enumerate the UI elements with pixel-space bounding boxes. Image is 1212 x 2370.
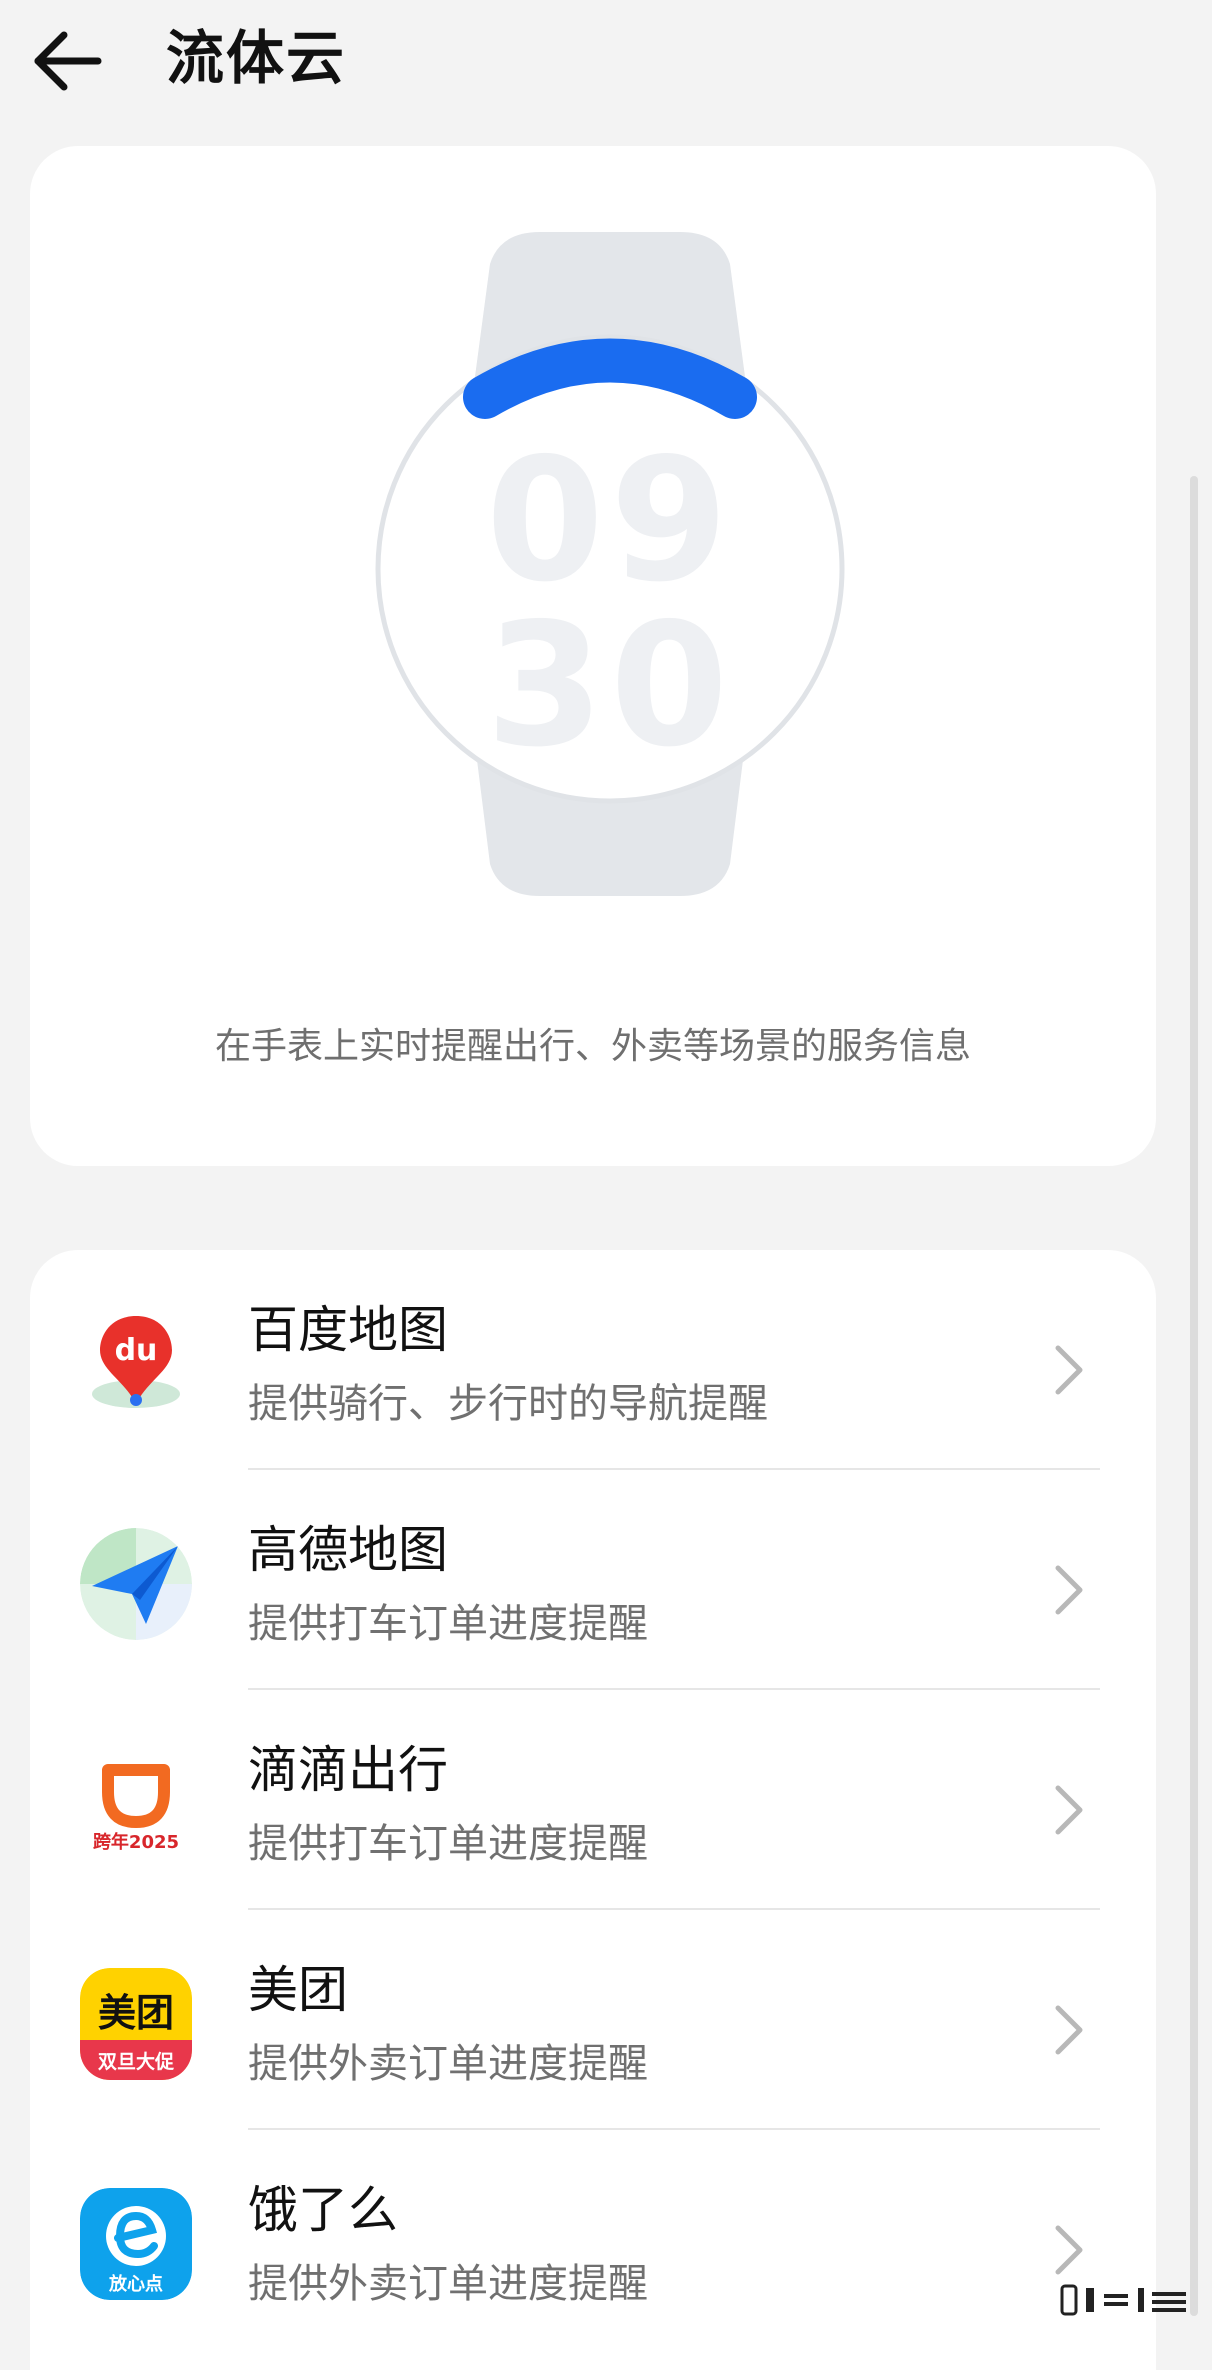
eleme-icon: 放心点 [80, 2188, 192, 2300]
list-item-didi[interactable]: 跨年2025 滴滴出行 提供打车订单进度提醒 [30, 1690, 1156, 1910]
app-description: 提供打车订单进度提醒 [248, 1821, 648, 1867]
app-name: 百度地图 [248, 1301, 448, 1359]
app-list: du 百度地图 提供骑行、步行时的导航提醒 高德地图 提供打车订单进度提醒 跨年… [30, 1250, 1156, 2370]
meituan-icon: 美团 双旦大促 [80, 1968, 192, 2080]
svg-text:du: du [115, 1333, 158, 1368]
chevron-right-icon [1055, 1345, 1083, 1395]
svg-text:放心点: 放心点 [108, 2273, 163, 2295]
arrow-left-icon [34, 31, 102, 91]
svg-text:跨年2025: 跨年2025 [93, 1831, 179, 1853]
hero-description: 在手表上实时提醒出行、外卖等场景的服务信息 [214, 1026, 971, 1067]
watermark-icon [1060, 2284, 1186, 2316]
app-description: 提供打车订单进度提醒 [248, 1601, 648, 1647]
smartwatch-illustration: 09 30 [375, 232, 845, 896]
app-name: 美团 [248, 1961, 348, 2019]
baidu-map-icon: du [80, 1308, 192, 1420]
app-name: 滴滴出行 [248, 1741, 448, 1799]
back-button[interactable] [28, 24, 108, 98]
hero-card: 09 30 在手表上实时提醒出行、外卖等场景的服务信息 [30, 146, 1156, 1166]
list-item-eleme[interactable]: 放心点 饿了么 提供外卖订单进度提醒 [30, 2130, 1156, 2350]
top-bar: 流体云 [0, 0, 1212, 130]
app-description: 提供外卖订单进度提醒 [248, 2041, 648, 2087]
list-item-amap[interactable]: 高德地图 提供打车订单进度提醒 [30, 1470, 1156, 1690]
chevron-right-icon [1055, 2225, 1083, 2275]
list-item-baidu-map[interactable]: du 百度地图 提供骑行、步行时的导航提醒 [30, 1250, 1156, 1470]
list-item-meituan[interactable]: 美团 双旦大促 美团 提供外卖订单进度提醒 [30, 1910, 1156, 2130]
page-title: 流体云 [166, 24, 347, 92]
scrollbar[interactable] [1190, 476, 1198, 2316]
watch-minute-digits: 30 [486, 587, 735, 785]
svg-text:美团: 美团 [98, 1991, 174, 2035]
chevron-right-icon [1055, 1785, 1083, 1835]
app-description: 提供骑行、步行时的导航提醒 [248, 1381, 768, 1427]
app-description: 提供外卖订单进度提醒 [248, 2261, 648, 2307]
svg-text:双旦大促: 双旦大促 [98, 2050, 174, 2073]
app-name: 高德地图 [248, 1521, 448, 1579]
amap-icon [80, 1528, 192, 1640]
app-name: 饿了么 [248, 2181, 398, 2239]
didi-icon: 跨年2025 [80, 1748, 192, 1860]
chevron-right-icon [1055, 1565, 1083, 1615]
chevron-right-icon [1055, 2005, 1083, 2055]
